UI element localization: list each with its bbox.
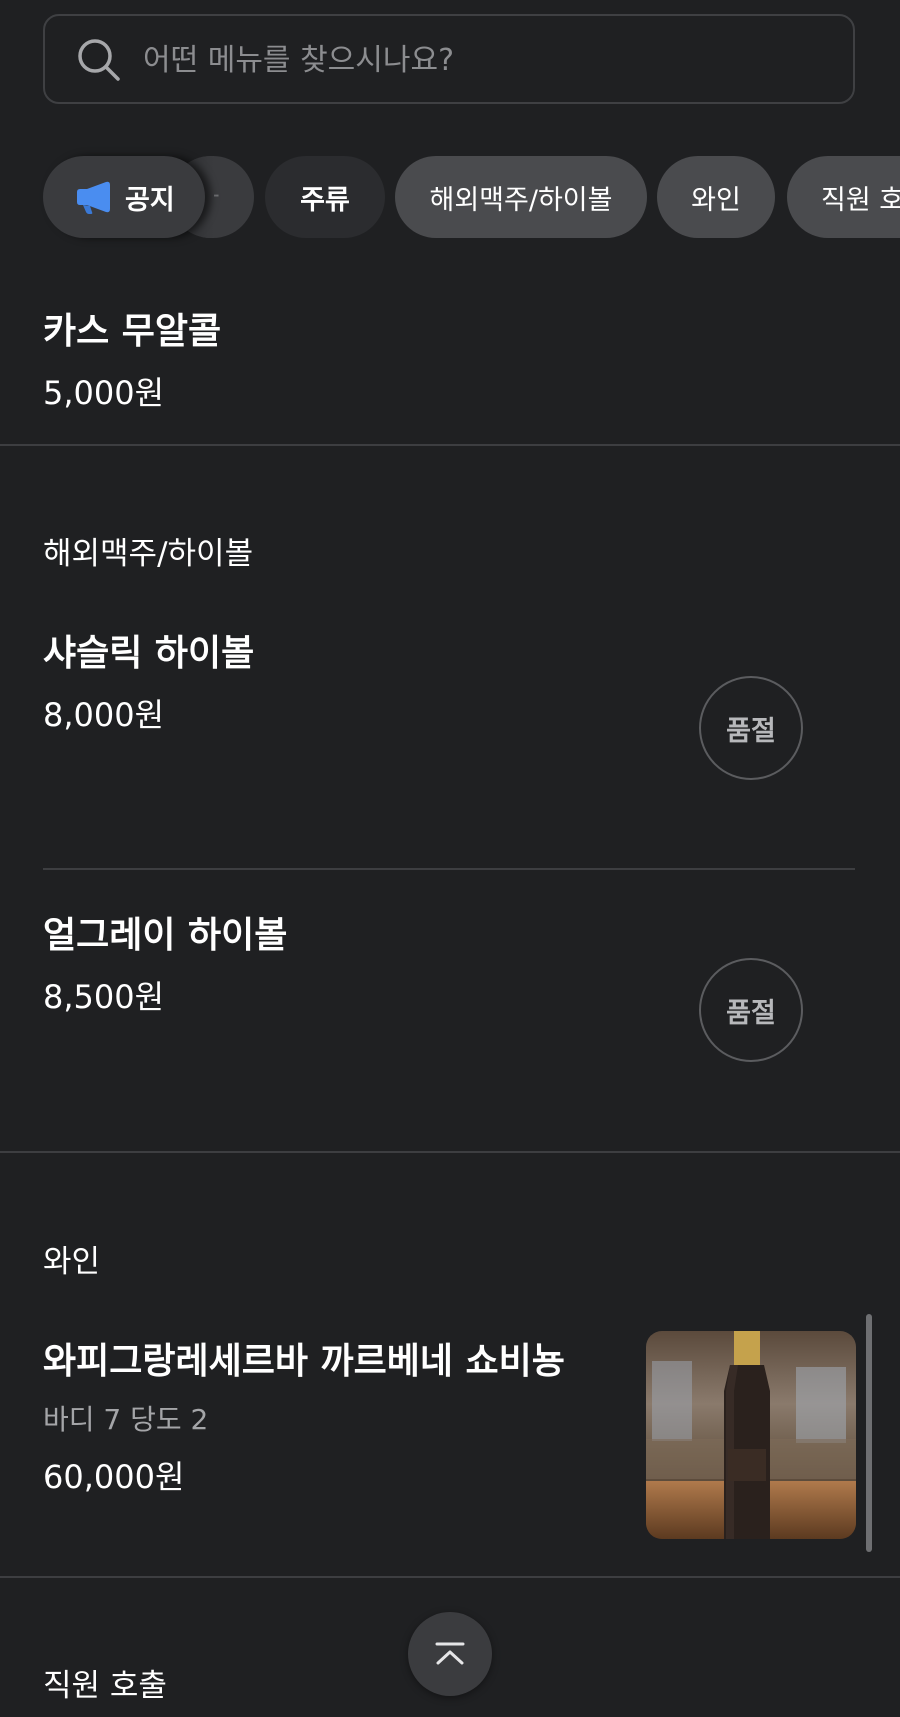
sold-out-badge: 품절 [699, 676, 803, 780]
wine-photo-illustration [646, 1331, 856, 1539]
megaphone-icon [77, 181, 110, 214]
tab-imported-beer-highball[interactable]: 해외맥주/하이볼 [395, 156, 647, 238]
tab-notice[interactable]: 공지 [43, 156, 205, 238]
section-divider [0, 1151, 900, 1153]
section-title-wine: 와인 [43, 1244, 101, 1280]
section-title-staff-call: 직원 호출 [43, 1668, 167, 1704]
menu-item-name: 카스 무알콜 [43, 311, 222, 352]
search-input[interactable] [141, 16, 825, 104]
tab-staff-call-label: 직원 호출 [821, 184, 900, 216]
tab-liquor[interactable]: 주류 [265, 156, 385, 238]
tab-imported-beer-highball-label: 해외맥주/하이볼 [429, 184, 613, 216]
tab-wine-label: 와인 [691, 184, 741, 216]
menu-item-price: 8,000원 [43, 696, 165, 734]
section-divider [0, 444, 900, 446]
menu-item-price: 8,500원 [43, 978, 165, 1016]
search-icon [78, 39, 120, 81]
menu-page: ㅠ 공지 주류 해외맥주/하이볼 와인 직원 호출 카스 무알콜 5,000원 … [0, 0, 900, 1717]
section-divider [0, 1576, 900, 1578]
wine-bottle-photo [646, 1331, 856, 1539]
section-title-highball: 해외맥주/하이볼 [43, 536, 254, 572]
search-bar[interactable] [43, 14, 855, 104]
tab-wine[interactable]: 와인 [657, 156, 775, 238]
tab-notice-label: 공지 [125, 184, 175, 216]
menu-item-price: 60,000원 [43, 1458, 185, 1496]
tab-staff-call[interactable]: 직원 호출 [787, 156, 900, 238]
sold-out-badge: 품절 [699, 958, 803, 1062]
category-tabs: ㅠ 공지 주류 해외맥주/하이볼 와인 직원 호출 [0, 156, 900, 240]
tab-liquor-label: 주류 [300, 184, 350, 216]
chevron-up-icon [435, 1642, 465, 1665]
menu-item-price: 5,000원 [43, 374, 165, 412]
scroll-top-button[interactable] [408, 1612, 492, 1696]
scrollbar[interactable] [866, 1314, 872, 1552]
item-divider [43, 868, 855, 870]
menu-item-name: 얼그레이 하이볼 [43, 915, 288, 956]
menu-item-name: 와피그랑레세르바 까르베네 쇼비뇽 [43, 1341, 565, 1382]
menu-item-description: 바디 7 당도 2 [43, 1403, 209, 1436]
menu-item-name: 샤슬릭 하이볼 [43, 633, 255, 674]
